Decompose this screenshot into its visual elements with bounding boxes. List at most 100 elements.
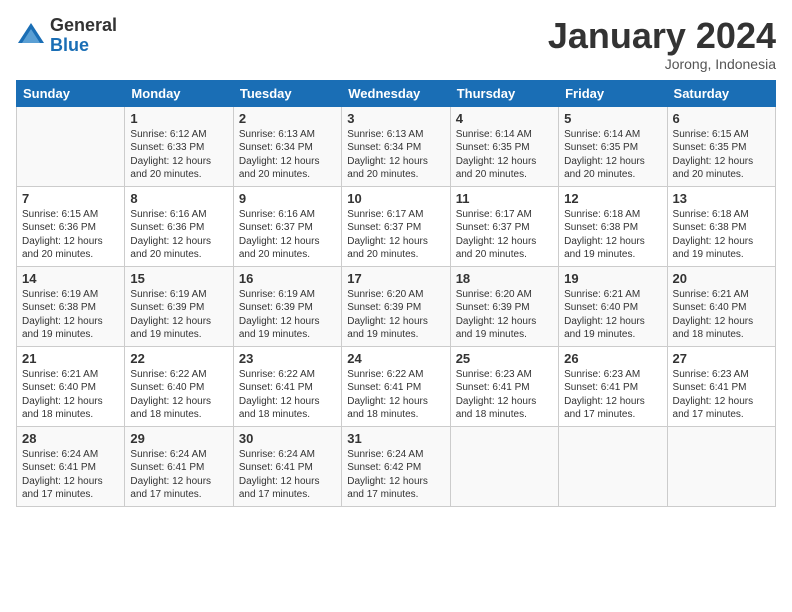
calendar-cell: 7 Sunrise: 6:15 AMSunset: 6:36 PMDaylight… (17, 186, 125, 266)
day-number: 13 (673, 191, 770, 206)
calendar-table: Sunday Monday Tuesday Wednesday Thursday… (16, 80, 776, 507)
cell-content: Sunrise: 6:21 AMSunset: 6:40 PMDaylight:… (22, 368, 119, 422)
calendar-cell: 26 Sunrise: 6:23 AMSunset: 6:41 PMDayligh… (559, 346, 667, 426)
day-number: 23 (239, 351, 336, 366)
cell-content: Sunrise: 6:20 AMSunset: 6:39 PMDaylight:… (456, 288, 553, 342)
cell-content: Sunrise: 6:23 AMSunset: 6:41 PMDaylight:… (564, 368, 661, 422)
day-number: 27 (673, 351, 770, 366)
header-row: Sunday Monday Tuesday Wednesday Thursday… (17, 80, 776, 106)
day-number: 28 (22, 431, 119, 446)
calendar-week-row: 7 Sunrise: 6:15 AMSunset: 6:36 PMDaylight… (17, 186, 776, 266)
month-title: January 2024 (548, 16, 776, 56)
calendar-cell (559, 426, 667, 506)
logo-icon (16, 21, 46, 51)
calendar-cell: 13 Sunrise: 6:18 AMSunset: 6:38 PMDayligh… (667, 186, 775, 266)
calendar-cell: 27 Sunrise: 6:23 AMSunset: 6:41 PMDayligh… (667, 346, 775, 426)
day-number: 24 (347, 351, 444, 366)
calendar-cell: 14 Sunrise: 6:19 AMSunset: 6:38 PMDayligh… (17, 266, 125, 346)
day-number: 30 (239, 431, 336, 446)
day-number: 14 (22, 271, 119, 286)
col-friday: Friday (559, 80, 667, 106)
day-number: 5 (564, 111, 661, 126)
day-number: 18 (456, 271, 553, 286)
cell-content: Sunrise: 6:19 AMSunset: 6:39 PMDaylight:… (130, 288, 227, 342)
col-wednesday: Wednesday (342, 80, 450, 106)
day-number: 2 (239, 111, 336, 126)
day-number: 3 (347, 111, 444, 126)
calendar-cell: 28 Sunrise: 6:24 AMSunset: 6:41 PMDayligh… (17, 426, 125, 506)
calendar-cell: 18 Sunrise: 6:20 AMSunset: 6:39 PMDayligh… (450, 266, 558, 346)
day-number: 11 (456, 191, 553, 206)
calendar-cell: 5Sunrise: 6:14 AMSunset: 6:35 PMDaylight… (559, 106, 667, 186)
calendar-cell: 30 Sunrise: 6:24 AMSunset: 6:41 PMDayligh… (233, 426, 341, 506)
col-saturday: Saturday (667, 80, 775, 106)
col-monday: Monday (125, 80, 233, 106)
col-thursday: Thursday (450, 80, 558, 106)
calendar-cell: 15 Sunrise: 6:19 AMSunset: 6:39 PMDayligh… (125, 266, 233, 346)
calendar-week-row: 21 Sunrise: 6:21 AMSunset: 6:40 PMDayligh… (17, 346, 776, 426)
day-number: 19 (564, 271, 661, 286)
cell-content: Sunrise: 6:16 AMSunset: 6:37 PMDaylight:… (239, 208, 336, 262)
location-subtitle: Jorong, Indonesia (548, 56, 776, 72)
cell-content: Sunrise: 6:20 AMSunset: 6:39 PMDaylight:… (347, 288, 444, 342)
title-block: January 2024 Jorong, Indonesia (548, 16, 776, 72)
calendar-cell: 9 Sunrise: 6:16 AMSunset: 6:37 PMDaylight… (233, 186, 341, 266)
cell-content: Sunrise: 6:21 AMSunset: 6:40 PMDaylight:… (673, 288, 770, 342)
header: General Blue January 2024 Jorong, Indone… (16, 16, 776, 72)
day-number: 26 (564, 351, 661, 366)
day-number: 21 (22, 351, 119, 366)
cell-content: Sunrise: 6:16 AMSunset: 6:36 PMDaylight:… (130, 208, 227, 262)
cell-content: Sunrise: 6:22 AMSunset: 6:41 PMDaylight:… (239, 368, 336, 422)
calendar-cell: 29Sunrise: 6:24 AMSunset: 6:41 PMDayligh… (125, 426, 233, 506)
cell-content: Sunrise: 6:19 AMSunset: 6:38 PMDaylight:… (22, 288, 119, 342)
calendar-cell: 20 Sunrise: 6:21 AMSunset: 6:40 PMDayligh… (667, 266, 775, 346)
calendar-cell: 12Sunrise: 6:18 AMSunset: 6:38 PMDayligh… (559, 186, 667, 266)
cell-content: Sunrise: 6:24 AMSunset: 6:41 PMDaylight:… (239, 448, 336, 502)
calendar-cell (667, 426, 775, 506)
day-number: 8 (130, 191, 227, 206)
cell-content: Sunrise: 6:17 AMSunset: 6:37 PMDaylight:… (456, 208, 553, 262)
logo-blue: Blue (50, 36, 117, 56)
calendar-cell: 10Sunrise: 6:17 AMSunset: 6:37 PMDayligh… (342, 186, 450, 266)
calendar-cell: 23 Sunrise: 6:22 AMSunset: 6:41 PMDayligh… (233, 346, 341, 426)
day-number: 25 (456, 351, 553, 366)
cell-content: Sunrise: 6:23 AMSunset: 6:41 PMDaylight:… (673, 368, 770, 422)
day-number: 9 (239, 191, 336, 206)
day-number: 22 (130, 351, 227, 366)
day-number: 20 (673, 271, 770, 286)
calendar-cell: 22 Sunrise: 6:22 AMSunset: 6:40 PMDayligh… (125, 346, 233, 426)
day-number: 31 (347, 431, 444, 446)
calendar-cell: 1Sunrise: 6:12 AMSunset: 6:33 PMDaylight… (125, 106, 233, 186)
cell-content: Sunrise: 6:18 AMSunset: 6:38 PMDaylight:… (673, 208, 770, 262)
calendar-cell: 17Sunrise: 6:20 AMSunset: 6:39 PMDayligh… (342, 266, 450, 346)
calendar-cell: 3 Sunrise: 6:13 AMSunset: 6:34 PMDaylight… (342, 106, 450, 186)
cell-content: Sunrise: 6:24 AMSunset: 6:42 PMDaylight:… (347, 448, 444, 502)
day-number: 6 (673, 111, 770, 126)
calendar-cell: 8 Sunrise: 6:16 AMSunset: 6:36 PMDaylight… (125, 186, 233, 266)
day-number: 12 (564, 191, 661, 206)
calendar-week-row: 28 Sunrise: 6:24 AMSunset: 6:41 PMDayligh… (17, 426, 776, 506)
cell-content: Sunrise: 6:22 AMSunset: 6:41 PMDaylight:… (347, 368, 444, 422)
calendar-cell: 21 Sunrise: 6:21 AMSunset: 6:40 PMDayligh… (17, 346, 125, 426)
day-number: 7 (22, 191, 119, 206)
cell-content: Sunrise: 6:21 AMSunset: 6:40 PMDaylight:… (564, 288, 661, 342)
calendar-cell: 16Sunrise: 6:19 AMSunset: 6:39 PMDayligh… (233, 266, 341, 346)
day-number: 16 (239, 271, 336, 286)
day-number: 15 (130, 271, 227, 286)
calendar-cell: 24 Sunrise: 6:22 AMSunset: 6:41 PMDayligh… (342, 346, 450, 426)
calendar-cell: 11 Sunrise: 6:17 AMSunset: 6:37 PMDayligh… (450, 186, 558, 266)
calendar-week-row: 1Sunrise: 6:12 AMSunset: 6:33 PMDaylight… (17, 106, 776, 186)
day-number: 29 (130, 431, 227, 446)
cell-content: Sunrise: 6:15 AMSunset: 6:35 PMDaylight:… (673, 128, 770, 182)
cell-content: Sunrise: 6:13 AMSunset: 6:34 PMDaylight:… (347, 128, 444, 182)
calendar-cell (17, 106, 125, 186)
calendar-cell: 4Sunrise: 6:14 AMSunset: 6:35 PMDaylight… (450, 106, 558, 186)
calendar-cell: 19 Sunrise: 6:21 AMSunset: 6:40 PMDayligh… (559, 266, 667, 346)
logo-text: General Blue (50, 16, 117, 56)
day-number: 10 (347, 191, 444, 206)
cell-content: Sunrise: 6:22 AMSunset: 6:40 PMDaylight:… (130, 368, 227, 422)
col-sunday: Sunday (17, 80, 125, 106)
cell-content: Sunrise: 6:15 AMSunset: 6:36 PMDaylight:… (22, 208, 119, 262)
cell-content: Sunrise: 6:24 AMSunset: 6:41 PMDaylight:… (22, 448, 119, 502)
day-number: 4 (456, 111, 553, 126)
